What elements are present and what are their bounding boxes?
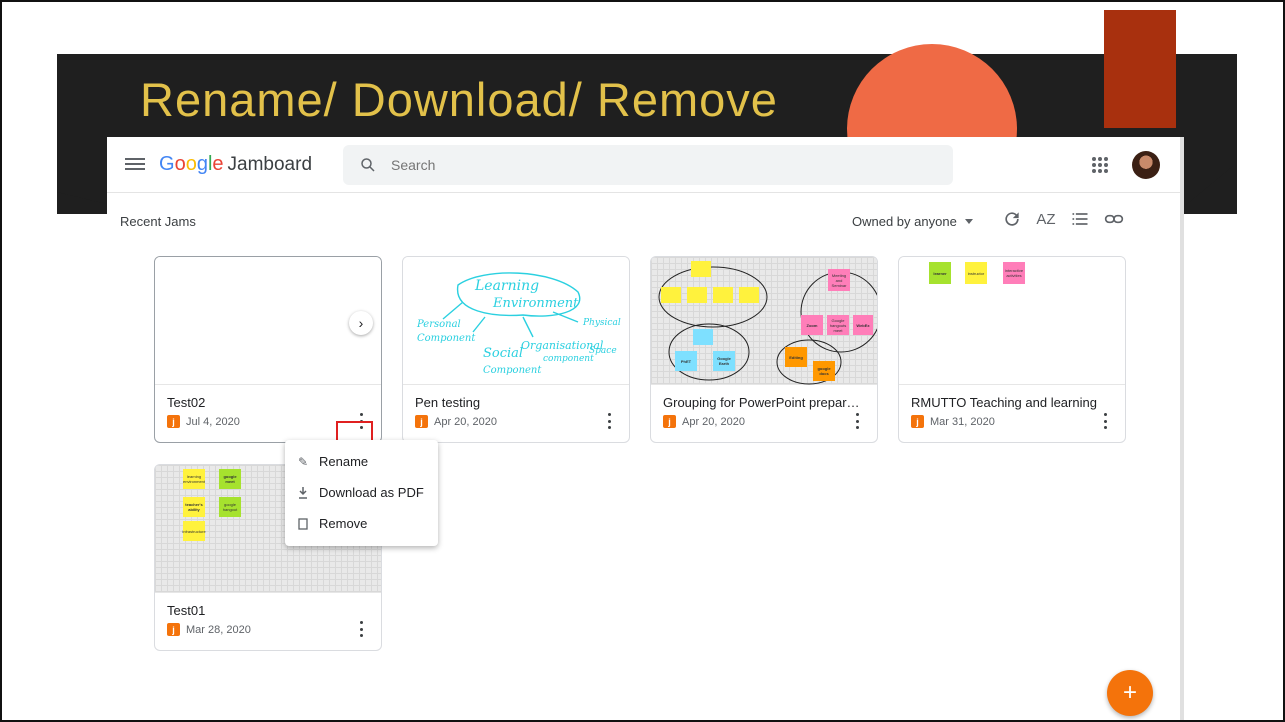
top-bar: Google Jamboard bbox=[107, 137, 1180, 193]
menu-icon[interactable] bbox=[125, 155, 145, 175]
apps-grid-icon[interactable] bbox=[1092, 157, 1108, 173]
decor-rectangle bbox=[1104, 10, 1176, 128]
jam-meta: j Mar 28, 2020 bbox=[167, 623, 251, 636]
jam-title: Test02 bbox=[167, 395, 206, 410]
download-icon bbox=[299, 486, 307, 499]
more-options-icon[interactable] bbox=[1099, 413, 1111, 429]
jamboard-file-icon: j bbox=[167, 623, 180, 636]
jamboard-file-icon: j bbox=[911, 415, 924, 428]
section-title: Recent Jams bbox=[120, 214, 196, 229]
more-options-icon[interactable] bbox=[851, 413, 863, 429]
jam-card[interactable]: › Test02 j Jul 4, 2020 bbox=[154, 256, 382, 443]
rename-label: Rename bbox=[319, 454, 369, 469]
sort-az-icon[interactable]: AZ bbox=[1036, 209, 1056, 229]
pen-text: Space bbox=[589, 346, 617, 356]
google-wordmark: Google bbox=[159, 153, 224, 175]
trash-icon bbox=[298, 517, 308, 530]
jam-meta: j Jul 4, 2020 bbox=[167, 415, 240, 428]
jam-title: Grouping for PowerPoint prepara... bbox=[663, 395, 863, 410]
pen-text: Component bbox=[483, 365, 542, 376]
jam-date: Mar 31, 2020 bbox=[930, 415, 995, 428]
view-toolbar: AZ bbox=[1002, 209, 1124, 229]
search-bar[interactable] bbox=[343, 145, 953, 185]
sticky-note bbox=[661, 287, 681, 303]
pen-text: Component bbox=[417, 333, 476, 344]
sticky-note: google hangout bbox=[219, 497, 241, 517]
handwriting-drawing: Learning Environment Personal Component … bbox=[416, 272, 621, 376]
jamboard-file-icon: j bbox=[415, 415, 428, 428]
sticky-note bbox=[739, 287, 759, 303]
sticky-note bbox=[713, 287, 733, 303]
sticky-note: learning environment bbox=[183, 469, 205, 489]
new-jam-button[interactable]: + bbox=[1107, 670, 1153, 716]
jamboard-file-icon: j bbox=[663, 415, 676, 428]
sticky-note: instructor bbox=[965, 262, 987, 284]
jam-thumbnail: Learning Environment Personal Component … bbox=[403, 257, 629, 385]
search-icon bbox=[361, 158, 375, 172]
pen-text: component bbox=[543, 354, 594, 364]
pen-text: Personal bbox=[416, 319, 461, 330]
sticky-note: PhET bbox=[675, 351, 697, 371]
sticky-note bbox=[691, 261, 711, 277]
sticky-note: Editing bbox=[785, 347, 807, 367]
list-view-icon[interactable] bbox=[1070, 209, 1090, 229]
jam-meta: j Mar 31, 2020 bbox=[911, 415, 995, 428]
owner-filter-label: Owned by anyone bbox=[852, 214, 957, 229]
pen-text: Learning bbox=[474, 278, 539, 294]
sticky-note: WebEx bbox=[853, 315, 873, 335]
avatar[interactable] bbox=[1132, 151, 1160, 179]
slide: Rename/ Download/ Remove Google Jamboard… bbox=[0, 0, 1285, 722]
sticky-note bbox=[693, 329, 713, 345]
jam-thumbnail: learner instructor interactive activitie… bbox=[899, 257, 1125, 385]
context-menu: ✎ Rename Download as PDF Remove bbox=[285, 440, 438, 546]
owner-filter-dropdown[interactable]: Owned by anyone bbox=[852, 214, 973, 229]
sticky-note: interactive activities bbox=[1003, 262, 1025, 284]
refresh-icon[interactable] bbox=[1002, 209, 1022, 229]
jam-meta: j Apr 20, 2020 bbox=[415, 415, 497, 428]
sticky-note: Zoom bbox=[801, 315, 823, 335]
jam-date: Apr 20, 2020 bbox=[682, 415, 745, 428]
jam-date: Apr 20, 2020 bbox=[434, 415, 497, 428]
remove-menu-item[interactable]: Remove bbox=[285, 508, 438, 539]
chevron-right-icon[interactable]: › bbox=[349, 311, 373, 335]
sticky-note: Meeting and Seminar bbox=[828, 269, 850, 291]
rename-menu-item[interactable]: ✎ Rename bbox=[285, 446, 438, 477]
more-options-icon[interactable] bbox=[355, 621, 367, 637]
more-options-icon[interactable] bbox=[603, 413, 615, 429]
jam-meta: j Apr 20, 2020 bbox=[663, 415, 745, 428]
jamboard-file-icon: j bbox=[167, 415, 180, 428]
pencil-icon: ✎ bbox=[297, 454, 309, 469]
jam-date: Mar 28, 2020 bbox=[186, 623, 251, 636]
search-input[interactable] bbox=[391, 157, 891, 173]
pen-text: Physical bbox=[582, 318, 621, 328]
sticky-note: google meet bbox=[219, 469, 241, 489]
jam-title: RMUTTO Teaching and learning bbox=[911, 395, 1097, 410]
sticky-note: Google Earth bbox=[713, 351, 735, 371]
sticky-note: learner bbox=[929, 262, 951, 284]
download-label: Download as PDF bbox=[319, 485, 424, 500]
jamboard-logo[interactable]: Google Jamboard bbox=[159, 153, 312, 176]
jam-thumbnail: Meeting and Seminar Zoom Google hangouts… bbox=[651, 257, 877, 385]
jam-card[interactable]: Learning Environment Personal Component … bbox=[402, 256, 630, 443]
sticky-note bbox=[687, 287, 707, 303]
jam-title: Test01 bbox=[167, 603, 206, 618]
link-icon[interactable] bbox=[1104, 209, 1124, 229]
jam-card[interactable]: learner instructor interactive activitie… bbox=[898, 256, 1126, 443]
slide-title: Rename/ Download/ Remove bbox=[140, 73, 778, 126]
jam-date: Jul 4, 2020 bbox=[186, 415, 240, 428]
sticky-note: Google hangouts meet bbox=[827, 315, 849, 335]
pen-text: Environment bbox=[492, 296, 579, 311]
sticky-note: teacher's ability bbox=[183, 497, 205, 517]
jam-title: Pen testing bbox=[415, 395, 481, 410]
product-name: Jamboard bbox=[227, 154, 313, 175]
pen-text: Social bbox=[483, 346, 523, 361]
jam-card[interactable]: Meeting and Seminar Zoom Google hangouts… bbox=[650, 256, 878, 443]
chevron-down-icon bbox=[964, 219, 973, 224]
sticky-note: google docs bbox=[813, 361, 835, 381]
remove-label: Remove bbox=[319, 516, 368, 531]
download-pdf-menu-item[interactable]: Download as PDF bbox=[285, 477, 438, 508]
jam-thumbnail bbox=[155, 257, 381, 385]
sticky-note: infrastructure bbox=[182, 521, 206, 541]
